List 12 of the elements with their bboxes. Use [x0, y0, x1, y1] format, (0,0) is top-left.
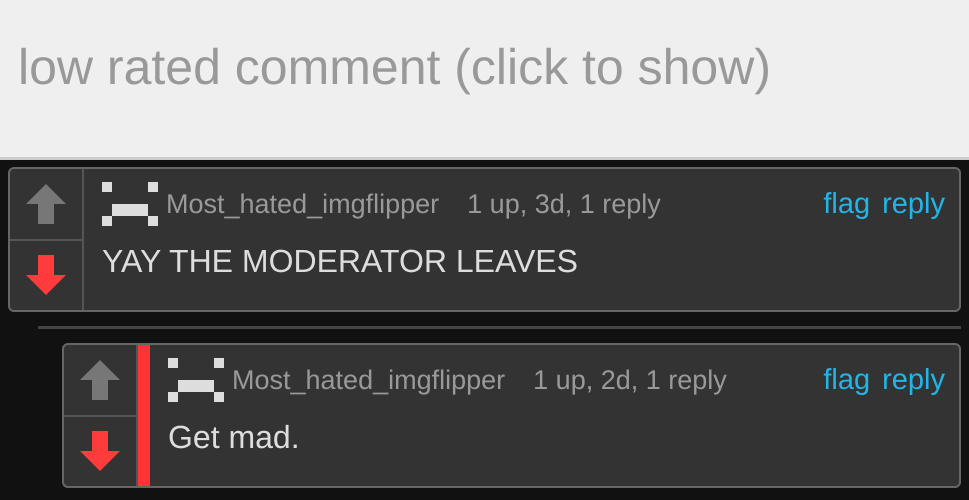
comment-meta: 1 up, 2d, 1 reply	[533, 364, 727, 396]
comment-meta: 1 up, 3d, 1 reply	[467, 188, 661, 220]
comment-text: Get mad.	[168, 419, 301, 456]
username: Most_hated_imgflipper	[166, 188, 440, 220]
comment-action-link[interactable]: reply	[882, 364, 945, 396]
avatar-icon	[102, 182, 158, 226]
comment-text: YAY THE MODERATOR LEAVES	[102, 243, 579, 280]
avatar-icon	[168, 358, 224, 402]
comment-action-link[interactable]: flag	[823, 364, 870, 396]
username: Most_hated_imgflipper	[232, 364, 506, 396]
comment-action-link[interactable]: flag	[823, 188, 870, 220]
comment-action-link[interactable]: reply	[882, 188, 945, 220]
